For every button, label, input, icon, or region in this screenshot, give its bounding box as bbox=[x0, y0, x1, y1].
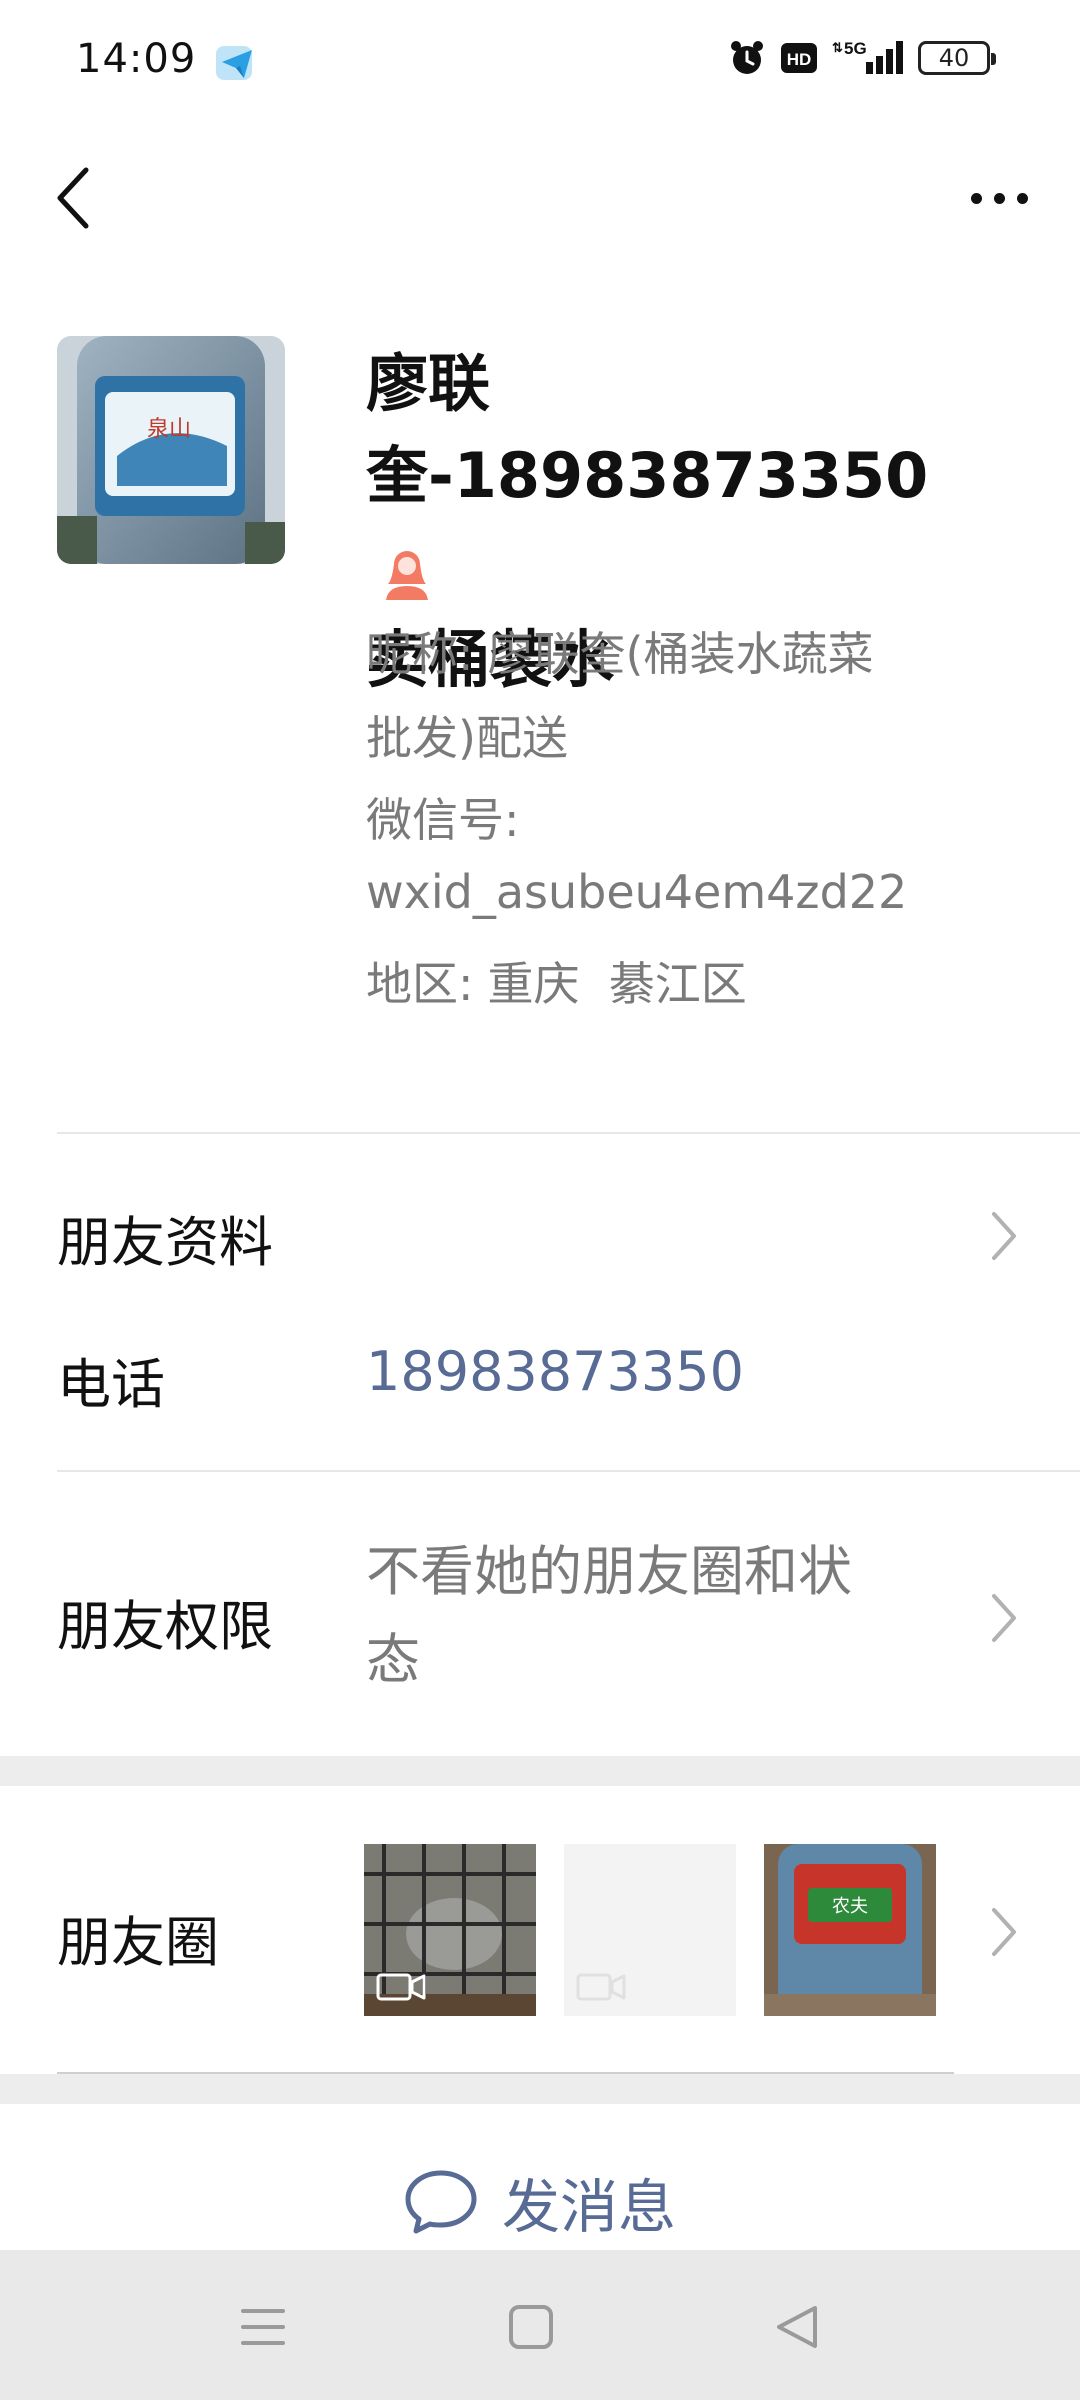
chevron-right-icon bbox=[992, 1594, 1016, 1642]
home-button[interactable] bbox=[496, 2292, 566, 2362]
svg-text:泉山: 泉山 bbox=[147, 417, 191, 442]
menu-icon bbox=[241, 2309, 285, 2345]
video-icon bbox=[376, 1973, 426, 2001]
wechat-id: 微信号: wxid_asubeu4em4zd22 bbox=[366, 784, 986, 928]
permissions-value-line: 不看她的朋友圈和状 bbox=[366, 1540, 852, 1603]
status-icons: HD ⇅ 5G 40 bbox=[728, 38, 996, 78]
section-gap bbox=[0, 1756, 1080, 1786]
svg-text:HD: HD bbox=[787, 50, 812, 69]
water-bottle-photo: 农夫 bbox=[764, 1844, 936, 2016]
telegram-icon bbox=[216, 46, 252, 80]
back-triangle-icon bbox=[777, 2306, 817, 2348]
hd-icon: HD bbox=[781, 43, 817, 73]
moments-thumbnail[interactable]: 农夫 bbox=[764, 1844, 936, 2016]
svg-text:⇅: ⇅ bbox=[832, 40, 843, 55]
back-button[interactable] bbox=[44, 158, 104, 238]
contact-name-line: 廖联 bbox=[366, 347, 491, 420]
phone-label: 电话 bbox=[57, 1353, 165, 1416]
send-message-label: 发消息 bbox=[501, 2173, 676, 2241]
permissions-value-line: 态 bbox=[366, 1628, 420, 1691]
chevron-left-icon bbox=[57, 167, 89, 229]
more-icon-dot bbox=[1016, 192, 1028, 204]
battery-level: 40 bbox=[938, 44, 970, 72]
battery-icon: 40 bbox=[918, 41, 996, 75]
system-back-button[interactable] bbox=[762, 2292, 832, 2362]
section-gap bbox=[0, 2074, 1080, 2104]
nav-bar bbox=[0, 150, 1080, 240]
region-label: 地区: bbox=[366, 957, 474, 1011]
alarm-icon bbox=[731, 41, 763, 74]
nickname-value: 廖联奎(桶装水蔬菜 bbox=[487, 627, 874, 681]
moments-thumbnails: 农夫 bbox=[364, 1844, 936, 2016]
nickname-value-cont: 批发)配送 bbox=[366, 711, 568, 765]
region-value: 重庆 綦江区 bbox=[487, 957, 747, 1011]
send-message-button[interactable]: 发消息 bbox=[0, 2146, 1080, 2258]
more-icon-dot bbox=[993, 192, 1005, 204]
wechat-id-label: 微信号: bbox=[366, 793, 520, 847]
video-icon bbox=[576, 1973, 626, 2001]
chevron-right-icon bbox=[992, 1908, 1016, 1956]
moments-thumbnail[interactable] bbox=[364, 1844, 536, 2016]
signal-icon: ⇅ 5G bbox=[832, 39, 903, 74]
divider bbox=[57, 1132, 1080, 1134]
chevron-right-icon bbox=[992, 1212, 1016, 1260]
nickname-label: 昵称: bbox=[366, 627, 474, 681]
friend-info-row[interactable]: 朋友资料 bbox=[0, 1150, 1080, 1320]
phone-number-link[interactable]: 18983873350 bbox=[366, 1340, 744, 1403]
nickname: 昵称: 廖联奎(桶装水蔬菜 批发)配送 bbox=[366, 612, 986, 780]
home-icon bbox=[509, 2305, 553, 2349]
moments-label: 朋友圈 bbox=[57, 1911, 219, 1974]
recent-apps-button[interactable] bbox=[228, 2292, 298, 2362]
water-bottle-avatar-image: 泉山 bbox=[57, 336, 285, 564]
moments-thumbnail[interactable] bbox=[564, 1844, 736, 2016]
chat-bubble-icon bbox=[405, 2170, 477, 2234]
more-button[interactable] bbox=[954, 158, 1044, 238]
network-label: 5G bbox=[844, 39, 867, 58]
wechat-id-value: wxid_asubeu4em4zd22 bbox=[366, 865, 908, 919]
status-bar: 14:09 HD ⇅ 5G 40 bbox=[0, 0, 1080, 120]
permissions-value: 不看她的朋友圈和状 态 bbox=[366, 1528, 946, 1704]
region: 地区: 重庆 綦江区 bbox=[366, 942, 986, 1026]
contact-name-line: 奎-18983873350 bbox=[366, 430, 966, 614]
status-time: 14:09 bbox=[76, 36, 197, 82]
avatar[interactable]: 泉山 bbox=[57, 336, 285, 564]
contact-name-text: 奎-18983873350 bbox=[366, 439, 929, 512]
more-icon bbox=[970, 192, 982, 204]
permissions-label: 朋友权限 bbox=[57, 1595, 273, 1658]
svg-text:农夫: 农夫 bbox=[832, 1896, 868, 1917]
friend-info-label: 朋友资料 bbox=[57, 1211, 273, 1274]
system-nav-bar bbox=[0, 2250, 1080, 2400]
female-icon bbox=[386, 550, 428, 600]
